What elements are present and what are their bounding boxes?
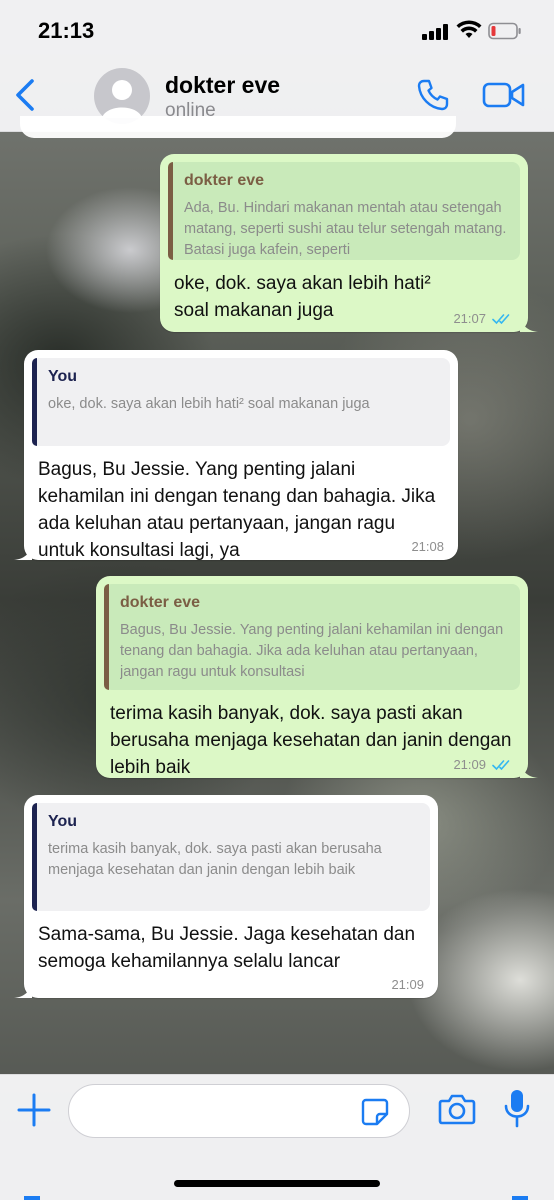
- message-bubble-incoming[interactable]: You terima kasih banyak, dok. saya pasti…: [14, 795, 438, 998]
- back-chevron-icon[interactable]: [12, 78, 40, 112]
- message-meta: 21:09: [453, 757, 514, 772]
- bubble-tail: [14, 982, 32, 998]
- message-time: 21:09: [453, 757, 486, 772]
- quoted-text: Ada, Bu. Hindari makanan mentah atau set…: [184, 200, 507, 258]
- camera-icon[interactable]: [438, 1092, 476, 1126]
- chat-screen: 21:13 dokter eve online dokter eve Ada, …: [0, 0, 554, 1200]
- tab-bar-edge: [24, 1196, 528, 1200]
- message-time: 21:08: [411, 539, 444, 554]
- microphone-icon[interactable]: [504, 1088, 530, 1128]
- quoted-author: You: [48, 813, 78, 830]
- quoted-author: dokter eve: [120, 594, 201, 611]
- message-meta: 21:08: [411, 539, 444, 554]
- sticker-icon[interactable]: [360, 1097, 390, 1127]
- quoted-reply[interactable]: You oke, dok. saya akan lebih hati² soal…: [32, 358, 450, 446]
- plus-icon[interactable]: [16, 1092, 52, 1128]
- quoted-reply[interactable]: You terima kasih banyak, dok. saya pasti…: [32, 803, 430, 911]
- status-time: 21:13: [38, 18, 95, 43]
- quoted-author: dokter eve: [184, 172, 265, 189]
- chat-header: 21:13 dokter eve online: [0, 0, 554, 132]
- bubble-tail: [14, 544, 32, 560]
- quoted-text: oke, dok. saya akan lebih hati² soal mak…: [48, 396, 370, 412]
- message-text: Sama-sama, Bu Jessie. Jaga kesehatan dan…: [38, 924, 416, 972]
- quoted-text: terima kasih banyak, dok. saya pasti aka…: [48, 841, 382, 878]
- message-meta: 21:09: [391, 977, 424, 992]
- message-bubble-outgoing[interactable]: dokter eve Bagus, Bu Jessie. Yang pentin…: [96, 576, 538, 778]
- cellular-signal-icon: [422, 24, 450, 40]
- read-ticks-icon: [492, 759, 510, 770]
- message-bubble-incoming[interactable]: You oke, dok. saya akan lebih hati² soal…: [14, 350, 458, 561]
- message-bubble-outgoing[interactable]: dokter eve Ada, Bu. Hindari makanan ment…: [160, 154, 538, 332]
- bubble-tail: [520, 316, 538, 332]
- bubble-tail: [520, 762, 538, 778]
- message-time: 21:09: [391, 977, 424, 992]
- battery-icon: [488, 22, 521, 40]
- read-ticks-icon: [492, 313, 510, 324]
- quoted-reply[interactable]: dokter eve Ada, Bu. Hindari makanan ment…: [168, 162, 520, 260]
- previous-message-edge: [20, 116, 456, 138]
- message-meta: 21:07: [453, 311, 514, 326]
- message-input[interactable]: [68, 1084, 410, 1138]
- home-indicator[interactable]: [174, 1180, 380, 1187]
- message-time: 21:07: [453, 311, 486, 326]
- quoted-reply[interactable]: dokter eve Bagus, Bu Jessie. Yang pentin…: [104, 584, 520, 690]
- quoted-text: Bagus, Bu Jessie. Yang penting jalani ke…: [120, 622, 504, 680]
- quoted-author: You: [48, 368, 78, 385]
- contact-name[interactable]: dokter eve: [165, 72, 280, 99]
- video-call-icon[interactable]: [482, 80, 526, 110]
- message-text: Bagus, Bu Jessie. Yang penting jalani ke…: [38, 459, 436, 561]
- wifi-icon: [456, 20, 482, 38]
- phone-call-icon[interactable]: [416, 78, 450, 112]
